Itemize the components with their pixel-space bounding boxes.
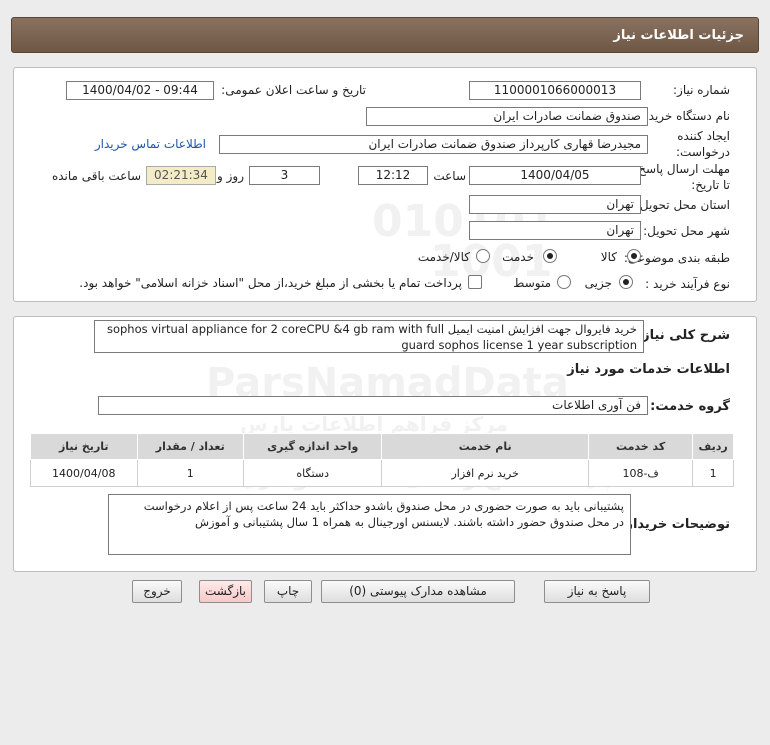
province-label: استان محل تحویل: <box>635 198 730 212</box>
cell-unit: دستگاه <box>242 459 383 487</box>
exit-button[interactable]: خروج <box>132 580 182 603</box>
process-minor-label: جزیی <box>584 276 612 290</box>
reply-button[interactable]: پاسخ به نیاز <box>544 580 650 603</box>
category-goods-service-label: کالا/خدمت <box>417 250 470 264</box>
city-label: شهر محل تحویل: <box>643 224 730 238</box>
remaining-label: ساعت باقی مانده <box>51 169 141 183</box>
buyer-notes-line-1: پشتیبانی باید به صورت حضوری در محل صندوق… <box>143 499 624 513</box>
services-table: ردیف کد خدمت نام خدمت واحد اندازه گیری ت… <box>30 433 734 487</box>
remaining-timer: 02:21:34 <box>146 166 216 185</box>
buyer-notes-label: توضیحات خریدار: <box>620 517 730 532</box>
category-service-label: خدمت <box>502 250 534 264</box>
process-radio-minor[interactable] <box>619 275 633 289</box>
buyer-org-label: نام دستگاه خریدار: <box>635 109 731 123</box>
cell-need-date: 1400/04/08 <box>30 459 138 487</box>
description-field: خرید فایروال جهت افزایش امنیت ایمیل soph… <box>94 320 644 353</box>
col-service-name: نام خدمت <box>381 433 589 460</box>
back-button[interactable]: بازگشت <box>199 580 252 603</box>
category-radio-goods-service[interactable] <box>476 249 490 263</box>
print-button[interactable]: چاپ <box>264 580 312 603</box>
page-title: جزئیات اطلاعات نیاز <box>613 28 744 43</box>
cell-service-name: خرید نرم افزار <box>381 459 589 487</box>
contact-buyer-link-label: اطلاعات تماس خریدار <box>94 137 206 151</box>
deadline-label-2: تا تاریخ: <box>691 178 730 192</box>
treasury-note: پرداخت تمام یا بخشی از مبلغ خرید،از محل … <box>79 276 462 290</box>
category-radio-service[interactable] <box>543 249 557 263</box>
days-label: روز و <box>217 169 244 183</box>
services-heading: اطلاعات خدمات مورد نیاز <box>567 362 730 377</box>
announce-field: 1400/04/02 - 09:44 <box>66 81 214 100</box>
table-header-row: ردیف کد خدمت نام خدمت واحد اندازه گیری ت… <box>30 433 734 460</box>
buyer-notes-field: پشتیبانی باید به صورت حضوری در محل صندوق… <box>108 494 631 555</box>
col-row: ردیف <box>692 433 734 460</box>
buyer-org-field: صندوق ضمانت صادرات ایران <box>366 107 648 126</box>
days-field: 3 <box>249 166 320 185</box>
description-label: شرح کلی نیاز: <box>636 328 730 343</box>
col-service-code: کد خدمت <box>587 433 694 460</box>
deadline-time-field: 12:12 <box>358 166 428 185</box>
creator-field: مجیدرضا قهاری کارپرداز صندوق ضمانت صادرا… <box>219 135 648 154</box>
category-radio-goods[interactable] <box>627 249 641 263</box>
description-line-1: خرید فایروال جهت افزایش امنیت ایمیل soph… <box>106 322 637 336</box>
category-goods-label: کالا <box>600 250 617 264</box>
buyer-notes-line-2: در محل صندوق حضور داشته باشند. لایسنس او… <box>195 515 624 529</box>
time-label: ساعت <box>433 169 466 183</box>
cell-quantity: 1 <box>136 459 244 487</box>
process-radio-medium[interactable] <box>557 275 571 289</box>
process-label: نوع فرآیند خرید : <box>645 277 730 291</box>
deadline-label: مهلت ارسال پاسخ: <box>634 162 730 176</box>
page-header: جزئیات اطلاعات نیاز <box>11 17 759 53</box>
description-line-2: guard sophos license 1 year subscription <box>401 338 637 352</box>
announce-label: تاریخ و ساعت اعلان عمومی: <box>221 83 366 97</box>
cell-service-code: ف-108 <box>587 459 694 487</box>
process-medium-label: متوسط <box>513 276 551 290</box>
need-number-label: شماره نیاز: <box>673 83 730 97</box>
col-quantity: تعداد / مقدار <box>136 433 244 460</box>
creator-label-2: درخواست: <box>676 145 730 159</box>
table-row: 1 ف-108 خرید نرم افزار دستگاه 1 1400/04/… <box>30 459 734 487</box>
deadline-date-field: 1400/04/05 <box>469 166 641 185</box>
creator-label: ایجاد کننده <box>677 129 730 143</box>
need-number-field: 1100001066000013 <box>469 81 641 100</box>
col-unit: واحد اندازه گیری <box>242 433 383 460</box>
province-field: تهران <box>469 195 641 214</box>
treasury-checkbox[interactable] <box>468 275 482 289</box>
service-group-field: فن آوری اطلاعات <box>98 396 648 415</box>
city-field: تهران <box>469 221 641 240</box>
cell-row: 1 <box>692 459 734 487</box>
attachments-button[interactable]: مشاهده مدارک پیوستی (0) <box>321 580 515 603</box>
service-group-label: گروه خدمت: <box>650 399 730 414</box>
col-need-date: تاریخ نیاز <box>30 433 138 460</box>
contact-buyer-link[interactable]: اطلاعات تماس خریدار <box>95 137 206 151</box>
